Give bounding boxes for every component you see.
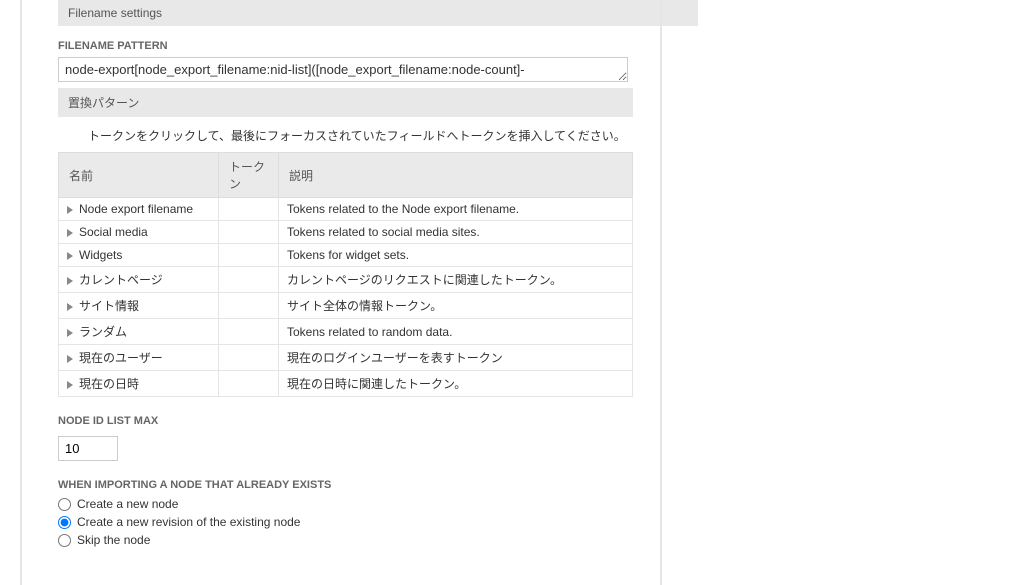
token-value bbox=[219, 319, 279, 345]
token-desc: 現在のログインユーザーを表すトークン bbox=[279, 345, 633, 371]
token-desc: Tokens related to the Node export filena… bbox=[279, 198, 633, 221]
radio-option: Skip the node bbox=[58, 533, 698, 547]
token-value bbox=[219, 198, 279, 221]
expand-icon[interactable] bbox=[67, 206, 73, 214]
token-desc: Tokens for widget sets. bbox=[279, 244, 633, 267]
filename-pattern-input[interactable] bbox=[58, 57, 628, 82]
token-name: 現在の日時 bbox=[79, 377, 139, 391]
table-row[interactable]: Widgets Tokens for widget sets. bbox=[59, 244, 633, 267]
token-name: Widgets bbox=[79, 248, 122, 262]
table-row[interactable]: Node export filename Tokens related to th… bbox=[59, 198, 633, 221]
col-name: 名前 bbox=[59, 153, 219, 198]
token-desc: Tokens related to random data. bbox=[279, 319, 633, 345]
radio-input[interactable] bbox=[58, 516, 71, 529]
token-value bbox=[219, 244, 279, 267]
col-desc: 説明 bbox=[279, 153, 633, 198]
table-row[interactable]: 現在のユーザー 現在のログインユーザーを表すトークン bbox=[59, 345, 633, 371]
token-name: カレントページ bbox=[79, 273, 163, 287]
token-desc: サイト全体の情報トークン。 bbox=[279, 293, 633, 319]
token-intro-text: トークンをクリックして、最後にフォーカスされていたフィールドへトークンを挿入して… bbox=[88, 127, 698, 144]
token-name: 現在のユーザー bbox=[79, 351, 163, 365]
radio-input[interactable] bbox=[58, 498, 71, 511]
token-name: ランダム bbox=[79, 325, 127, 339]
table-row[interactable]: Social media Tokens related to social med… bbox=[59, 221, 633, 244]
expand-icon[interactable] bbox=[67, 229, 73, 237]
node-id-list-max-label: Node ID list max bbox=[58, 415, 698, 427]
expand-icon[interactable] bbox=[67, 355, 73, 363]
table-row[interactable]: カレントページ カレントページのリクエストに関連したトークン。 bbox=[59, 267, 633, 293]
token-desc: Tokens related to social media sites. bbox=[279, 221, 633, 244]
left-divider bbox=[20, 0, 22, 585]
radio-label[interactable]: Create a new revision of the existing no… bbox=[77, 515, 300, 529]
token-name: サイト情報 bbox=[79, 299, 139, 313]
token-value bbox=[219, 267, 279, 293]
expand-icon[interactable] bbox=[67, 252, 73, 260]
token-name: Node export filename bbox=[79, 202, 193, 216]
filename-settings-header[interactable]: Filename settings bbox=[58, 0, 698, 26]
radio-label[interactable]: Create a new node bbox=[77, 497, 178, 511]
right-divider bbox=[660, 0, 662, 585]
col-token: トークン bbox=[219, 153, 279, 198]
filename-pattern-label: Filename pattern bbox=[58, 40, 698, 52]
table-row[interactable]: 現在の日時 現在の日時に関連したトークン。 bbox=[59, 371, 633, 397]
token-value bbox=[219, 345, 279, 371]
node-id-list-max-input[interactable] bbox=[58, 436, 118, 461]
token-desc: カレントページのリクエストに関連したトークン。 bbox=[279, 267, 633, 293]
import-existing-label: When importing a node that already exist… bbox=[58, 479, 698, 491]
token-value bbox=[219, 371, 279, 397]
radio-input[interactable] bbox=[58, 534, 71, 547]
token-table: 名前 トークン 説明 Node export filename Tokens re… bbox=[58, 152, 633, 397]
expand-icon[interactable] bbox=[67, 277, 73, 285]
replacement-patterns-header[interactable]: 置換パターン bbox=[58, 88, 633, 117]
token-value bbox=[219, 221, 279, 244]
token-value bbox=[219, 293, 279, 319]
table-row[interactable]: ランダム Tokens related to random data. bbox=[59, 319, 633, 345]
expand-icon[interactable] bbox=[67, 381, 73, 389]
radio-option: Create a new node bbox=[58, 497, 698, 511]
radio-label[interactable]: Skip the node bbox=[77, 533, 150, 547]
radio-option: Create a new revision of the existing no… bbox=[58, 515, 698, 529]
token-name: Social media bbox=[79, 225, 148, 239]
expand-icon[interactable] bbox=[67, 329, 73, 337]
table-row[interactable]: サイト情報 サイト全体の情報トークン。 bbox=[59, 293, 633, 319]
expand-icon[interactable] bbox=[67, 303, 73, 311]
token-desc: 現在の日時に関連したトークン。 bbox=[279, 371, 633, 397]
